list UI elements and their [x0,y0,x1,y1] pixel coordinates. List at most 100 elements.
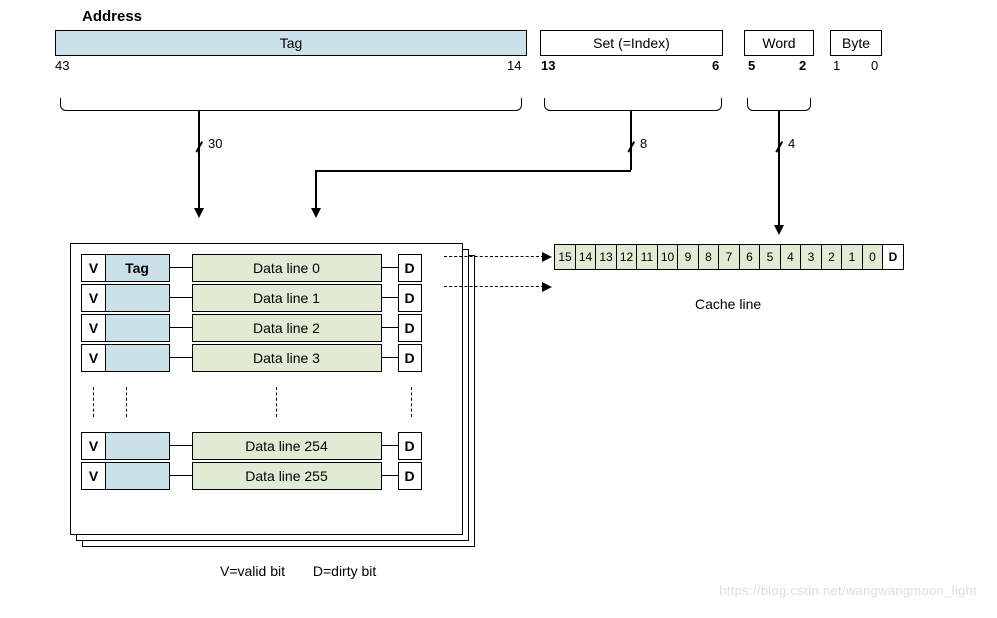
word-8: 8 [698,244,720,270]
dirty-bit: D [398,462,422,490]
arrow-tag [198,110,200,210]
dirty-bit: D [398,314,422,342]
width-tag: 30 [208,136,222,151]
word-14: 14 [575,244,597,270]
arrow-set-v1 [630,110,632,170]
valid-bit: V [81,344,106,372]
dashed-arrow-1-head [542,252,552,262]
connector [382,297,398,298]
tag-cell [105,462,170,490]
word-1: 1 [841,244,863,270]
word-6: 6 [739,244,761,270]
connector [382,327,398,328]
bit-tag-lo: 14 [507,58,521,73]
word-12: 12 [616,244,638,270]
bit-byte-hi: 1 [833,58,840,73]
set-field: Set (=Index) [540,30,723,56]
arrow-word-head [774,225,784,235]
bit-tag-hi: 43 [55,58,69,73]
legend-dirty: D=dirty bit [313,563,376,579]
word-7: 7 [718,244,740,270]
connector [170,267,192,268]
bit-set-hi: 13 [541,58,555,73]
connector [382,475,398,476]
tag-cell-header: Tag [105,254,170,282]
ellipsis [93,387,94,417]
tag-field: Tag [55,30,527,56]
word-2: 2 [821,244,843,270]
connector [382,357,398,358]
valid-bit: V [81,432,106,460]
dirty-bit: D [398,254,422,282]
data-line-255: Data line 255 [192,462,382,490]
dirty-bit: D [398,284,422,312]
connector [170,297,192,298]
brace-tag [60,98,522,111]
connector [170,357,192,358]
brace-set [544,98,722,111]
cache-row-254: V Data line 254 D [81,432,441,460]
ellipsis [126,387,127,417]
width-set: 8 [640,136,647,151]
valid-bit: V [81,254,106,282]
cache-row-2: V Data line 2 D [81,314,441,342]
word-0: 0 [862,244,884,270]
ellipsis [411,387,412,417]
bit-word-hi: 5 [748,58,755,73]
word-15: 15 [554,244,576,270]
arrow-tag-head [194,208,204,218]
arrow-word [778,110,780,226]
cache-row-1: V Data line 1 D [81,284,441,312]
cache-line-detail: 15 14 13 12 11 10 9 8 7 6 5 4 3 2 1 0 D [554,244,904,270]
connector [382,267,398,268]
connector [170,327,192,328]
cache-row-0: VTag Data line 0 D [81,254,441,282]
dirty-bit: D [398,432,422,460]
word-9: 9 [677,244,699,270]
arrow-set-h [315,170,631,172]
valid-bit: V [81,314,106,342]
legend-valid: V=valid bit [220,563,285,579]
cache-line-label: Cache line [695,296,761,312]
bit-byte-lo: 0 [871,58,878,73]
word-3: 3 [800,244,822,270]
word-5: 5 [759,244,781,270]
connector [170,475,192,476]
tag-cell [105,432,170,460]
word-11: 11 [636,244,658,270]
arrow-set-head [311,208,321,218]
data-line-2: Data line 2 [192,314,382,342]
cache-line-dirty: D [882,244,904,270]
dirty-bit: D [398,344,422,372]
width-word: 4 [788,136,795,151]
data-line-0: Data line 0 [192,254,382,282]
dashed-arrow-2 [444,286,544,287]
word-13: 13 [595,244,617,270]
cache-way-1: VTagData line 0D VData line 1D VData lin… [70,243,463,535]
tag-cell [105,314,170,342]
cache-row-3: V Data line 3 D [81,344,441,372]
bit-set-lo: 6 [712,58,719,73]
word-10: 10 [657,244,679,270]
bit-word-lo: 2 [799,58,806,73]
ellipsis [276,387,277,417]
data-line-254: Data line 254 [192,432,382,460]
data-line-3: Data line 3 [192,344,382,372]
connector [382,445,398,446]
dashed-arrow-2-head [542,282,552,292]
cache-row-255: V Data line 255 D [81,462,441,490]
word-field: Word [744,30,814,56]
arrow-set-v2 [315,170,317,210]
data-line-1: Data line 1 [192,284,382,312]
byte-field: Byte [830,30,882,56]
valid-bit: V [81,284,106,312]
dashed-arrow-1 [444,256,544,257]
address-title: Address [82,8,142,25]
connector [170,445,192,446]
valid-bit: V [81,462,106,490]
tag-cell [105,284,170,312]
tag-cell [105,344,170,372]
watermark: https://blog.csdn.net/wangwangmoon_light [719,583,977,598]
legend: V=valid bit D=dirty bit [220,563,400,579]
word-4: 4 [780,244,802,270]
